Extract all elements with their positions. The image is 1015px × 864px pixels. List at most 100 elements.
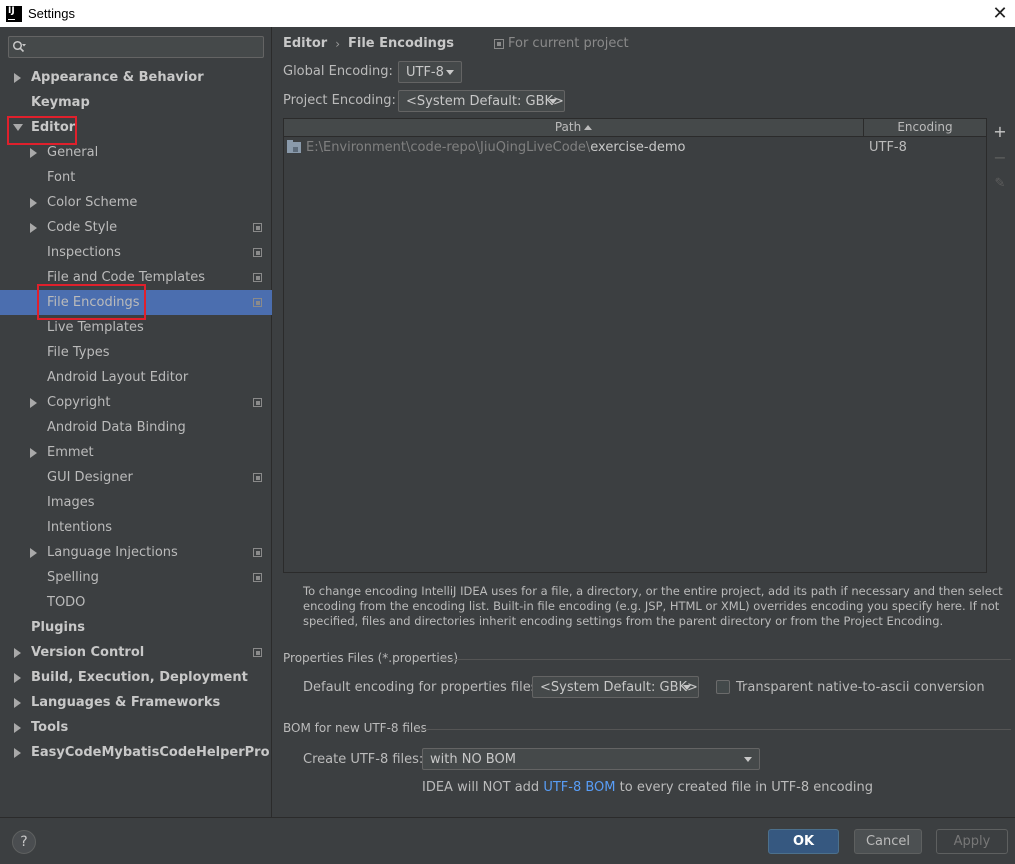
transparent-ascii-checkbox[interactable] [716,680,730,694]
remove-icon[interactable]: − [991,148,1009,167]
project-scope-icon [253,548,262,557]
tree-item-label: File Types [47,345,110,360]
tree-item-copyright[interactable]: Copyright [0,390,272,415]
tree-item-editor[interactable]: Editor [0,115,272,140]
tree-item-version-control[interactable]: Version Control [0,640,272,665]
tree-item-todo[interactable]: TODO [0,590,272,615]
chevron-down-icon [446,70,454,75]
tree-item-color-scheme[interactable]: Color Scheme [0,190,272,215]
tree-item-label: Editor [31,120,76,135]
tree-item-label: Appearance & Behavior [31,70,204,85]
utf8-bom-link[interactable]: UTF-8 BOM [543,780,615,795]
row-path: E:\Environment\code-repo\JiuQingLiveCode… [306,140,686,155]
tree-item-label: Intentions [47,520,113,535]
collapsed-arrow-icon[interactable] [30,398,37,408]
collapsed-arrow-icon[interactable] [30,223,37,233]
tree-item-languages-frameworks[interactable]: Languages & Frameworks [0,690,272,715]
tree-item-label: Font [47,170,76,185]
tree-item-live-templates[interactable]: Live Templates [0,315,272,340]
table-row[interactable]: E:\Environment\code-repo\JiuQingLiveCode… [284,138,986,158]
bom-note: IDEA will NOT add UTF-8 BOM to every cre… [422,780,873,795]
collapsed-arrow-icon[interactable] [30,148,37,158]
add-icon[interactable]: + [991,122,1009,141]
global-encoding-select[interactable]: UTF-8 [398,61,462,83]
path-encoding-table: Path Encoding E:\Environment\code-repo\J… [283,118,987,573]
tree-item-build-execution-deployment[interactable]: Build, Execution, Deployment [0,665,272,690]
breadcrumb: Editor › File Encodings For current proj… [283,36,629,51]
tree-item-android-layout-editor[interactable]: Android Layout Editor [0,365,272,390]
collapsed-arrow-icon[interactable] [14,73,21,83]
tree-item-plugins[interactable]: Plugins [0,615,272,640]
tree-item-label: EasyCodeMybatisCodeHelperPro [31,745,270,760]
tree-item-general[interactable]: General [0,140,272,165]
tree-item-font[interactable]: Font [0,165,272,190]
row-encoding[interactable]: UTF-8 [869,140,907,155]
tree-item-file-encodings[interactable]: File Encodings [0,290,272,315]
project-scope-icon [253,648,262,657]
project-scope-icon [253,398,262,407]
settings-sidebar: Appearance & Behavior Keymap Editor General… [0,27,272,817]
bom-select-value: with NO BOM [430,751,516,767]
row-path-name: exercise-demo [590,140,686,155]
collapsed-arrow-icon[interactable] [30,548,37,558]
collapsed-arrow-icon[interactable] [14,673,21,683]
tree-item-android-data-binding[interactable]: Android Data Binding [0,415,272,440]
collapsed-arrow-icon[interactable] [30,198,37,208]
help-button[interactable]: ? [12,830,36,854]
search-box[interactable] [8,36,264,58]
tree-item-file-types[interactable]: File Types [0,340,272,365]
tree-item-label: Live Templates [47,320,144,335]
expanded-arrow-icon[interactable] [13,124,23,131]
properties-encoding-value: <System Default: GBK> [540,679,698,695]
search-input[interactable] [33,38,259,56]
project-scope-icon [493,38,504,49]
tree-item-images[interactable]: Images [0,490,272,515]
ok-button[interactable]: OK [768,829,839,854]
chevron-down-icon [744,757,752,762]
tree-item-label: Color Scheme [47,195,138,210]
tree-item-easycodemybatiscodehelperpro[interactable]: EasyCodeMybatisCodeHelperPro [0,740,272,765]
encoding-column-header[interactable]: Encoding [864,119,986,137]
tree-item-inspections[interactable]: Inspections [0,240,272,265]
breadcrumb-editor[interactable]: Editor [283,36,327,51]
row-path-prefix: E:\Environment\code-repo\JiuQingLiveCode… [306,140,591,155]
title-bar: Settings ✕ [0,0,1015,27]
section-divider [441,659,1011,660]
collapsed-arrow-icon[interactable] [30,448,37,458]
bom-section-title: BOM for new UTF-8 files [283,721,427,735]
path-column-header[interactable]: Path [284,119,864,137]
collapsed-arrow-icon[interactable] [14,698,21,708]
tree-item-intentions[interactable]: Intentions [0,515,272,540]
tree-item-spelling[interactable]: Spelling [0,565,272,590]
tree-item-tools[interactable]: Tools [0,715,272,740]
tree-item-label: Android Layout Editor [47,370,189,385]
tree-item-label: Code Style [47,220,118,235]
bom-select[interactable]: with NO BOM [422,748,760,770]
module-folder-icon [287,140,301,153]
edit-icon[interactable]: ✎ [991,174,1009,192]
tree-item-code-style[interactable]: Code Style [0,215,272,240]
project-encoding-value: <System Default: GBK> [406,93,564,109]
tree-item-language-injections[interactable]: Language Injections [0,540,272,565]
tree-item-label: Emmet [47,445,94,460]
project-encoding-select[interactable]: <System Default: GBK> [398,90,565,112]
tree-item-label: General [47,145,99,160]
transparent-ascii-label[interactable]: Transparent native-to-ascii conversion [736,680,985,695]
properties-encoding-select[interactable]: <System Default: GBK> [532,676,699,698]
tree-item-label: Languages & Frameworks [31,695,221,710]
close-icon[interactable]: ✕ [989,2,1011,24]
apply-button[interactable]: Apply [936,829,1008,854]
project-scope-icon [253,573,262,582]
cancel-button[interactable]: Cancel [854,829,922,854]
tree-item-appearance-behavior[interactable]: Appearance & Behavior [0,65,272,90]
tree-item-label: Inspections [47,245,121,260]
global-encoding-value: UTF-8 [406,64,444,80]
tree-item-gui-designer[interactable]: GUI Designer [0,465,272,490]
collapsed-arrow-icon[interactable] [14,723,21,733]
collapsed-arrow-icon[interactable] [14,748,21,758]
tree-item-keymap[interactable]: Keymap [0,90,272,115]
tree-item-label: File Encodings [47,295,140,310]
collapsed-arrow-icon[interactable] [14,648,21,658]
tree-item-file-and-code-templates[interactable]: File and Code Templates [0,265,272,290]
tree-item-emmet[interactable]: Emmet [0,440,272,465]
